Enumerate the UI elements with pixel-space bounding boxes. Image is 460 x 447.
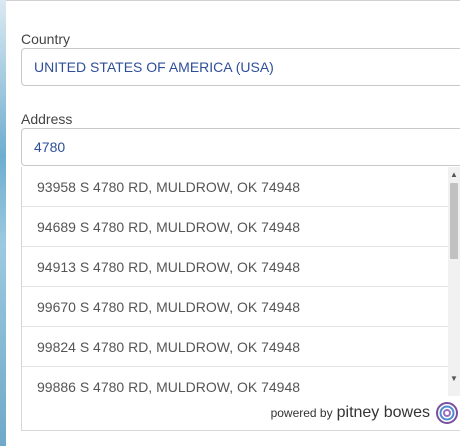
address-input-value: 4780 <box>34 139 66 155</box>
suggestion-item[interactable]: 93958 S 4780 RD, MULDROW, OK 74948 <box>22 167 450 207</box>
suggestion-item[interactable]: 99670 S 4780 RD, MULDROW, OK 74948 <box>22 287 450 327</box>
powered-by-text: powered by <box>270 406 333 420</box>
suggestion-item[interactable]: 94689 S 4780 RD, MULDROW, OK 74948 <box>22 207 450 247</box>
country-label: Country <box>21 31 71 47</box>
suggestions-scrollbar[interactable]: ▲ ▼ <box>448 167 460 430</box>
scrollbar-thumb[interactable] <box>450 183 458 259</box>
pitney-bowes-logo-icon <box>436 402 458 424</box>
scroll-up-icon[interactable]: ▲ <box>448 169 460 181</box>
suggestion-item[interactable]: 99824 S 4780 RD, MULDROW, OK 74948 <box>22 327 450 367</box>
brand-name: pitney bowes <box>336 404 430 421</box>
address-form-panel: Country UNITED STATES OF AMERICA (USA) A… <box>6 0 460 447</box>
powered-by-footer: powered by pitney bowes <box>22 396 460 430</box>
country-select[interactable]: UNITED STATES OF AMERICA (USA) <box>21 48 460 86</box>
address-suggestions-dropdown: 93958 S 4780 RD, MULDROW, OK 74948 94689… <box>21 167 460 431</box>
scroll-down-icon[interactable]: ▼ <box>448 373 460 385</box>
address-label: Address <box>21 111 73 127</box>
address-input[interactable]: 4780 <box>21 128 460 166</box>
suggestion-item[interactable]: 94913 S 4780 RD, MULDROW, OK 74948 <box>22 247 450 287</box>
country-value: UNITED STATES OF AMERICA (USA) <box>34 59 274 75</box>
